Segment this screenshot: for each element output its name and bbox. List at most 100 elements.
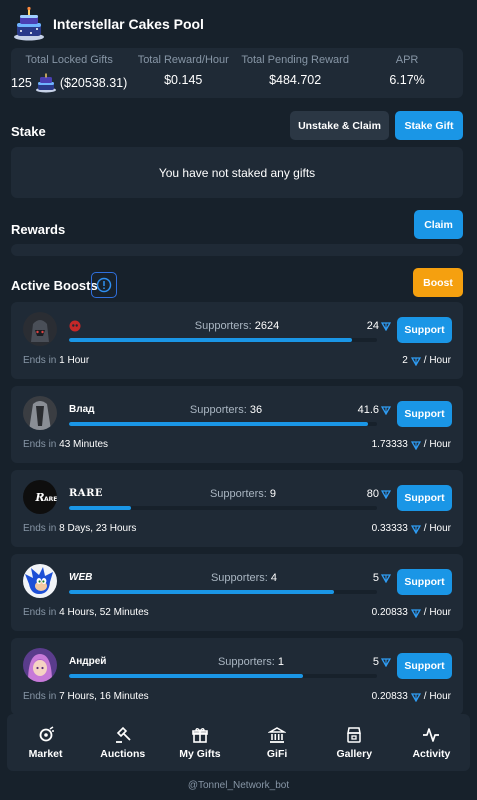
ends-prefix: Ends in	[23, 355, 57, 366]
locked-value: ($20538.31)	[59, 76, 128, 90]
amount-value: 5	[372, 572, 379, 584]
supporters-label: Supporters:	[217, 656, 275, 668]
info-icon[interactable]	[91, 272, 117, 298]
supporters-label: Supporters:	[194, 320, 252, 332]
ends-value: 7 Hours, 16 Minutes	[59, 691, 149, 702]
boost-name: WEB	[69, 572, 93, 583]
amount-value: 41.6	[357, 404, 379, 416]
nav-label: GiFi	[266, 747, 288, 760]
ends-text: Ends in 7 Hours, 16 Minutes	[23, 691, 149, 702]
nav-gifi[interactable]: GiFi	[239, 714, 316, 771]
ton-icon	[410, 440, 421, 450]
stat-label: APR	[395, 54, 419, 66]
nav-auctions[interactable]: Auctions	[84, 714, 161, 771]
stat-locked-gifts: Total Locked Gifts 125 ($20538.31)	[11, 48, 127, 98]
amount-value: 80	[366, 488, 379, 500]
ton-icon	[410, 692, 421, 702]
rate-value: 0.33333	[371, 523, 408, 534]
boost-progress-bar	[69, 590, 377, 594]
boost-progress-fill	[69, 422, 368, 426]
gavel-icon	[115, 726, 131, 743]
supporters-value: 4	[270, 572, 278, 584]
avatar	[23, 648, 57, 682]
boost-amount: 80	[367, 488, 391, 500]
ends-value: 4 Hours, 52 Minutes	[59, 607, 149, 618]
support-button[interactable]: Support	[397, 401, 452, 427]
amount-value: 5	[372, 656, 379, 668]
rate-unit: / Hour	[423, 523, 451, 534]
supporters-value: 9	[269, 488, 277, 500]
ton-icon	[410, 524, 421, 534]
nav-market[interactable]: Market	[7, 714, 84, 771]
ton-icon	[381, 574, 391, 583]
reward-rate: 1.73333 / Hour	[372, 439, 451, 450]
ends-prefix: Ends in	[23, 523, 57, 534]
supporters-label: Supporters:	[189, 404, 247, 416]
gallery-icon	[347, 726, 362, 743]
boost-amount: 41.6	[358, 404, 391, 416]
supporters-value: 36	[249, 404, 263, 416]
cake-icon	[35, 73, 57, 93]
stat-value-row: 125 ($20538.31)	[11, 73, 127, 93]
nav-gallery[interactable]: Gallery	[316, 714, 393, 771]
nav-activity[interactable]: Activity	[393, 714, 470, 771]
reward-rate: 0.33333 / Hour	[372, 523, 451, 534]
claim-button[interactable]: Claim	[414, 210, 463, 239]
boost-progress-fill	[69, 674, 304, 678]
stat-value: $0.145	[164, 73, 203, 87]
ends-prefix: Ends in	[23, 439, 57, 450]
support-button[interactable]: Support	[397, 485, 452, 511]
ton-icon	[381, 406, 391, 415]
support-button[interactable]: Support	[397, 317, 452, 343]
boost-progress-fill	[69, 590, 334, 594]
ends-value: 43 Minutes	[59, 439, 109, 450]
rate-value: 0.20833	[371, 691, 408, 702]
amount-value: 24	[366, 320, 379, 332]
rate-value: 1.73333	[371, 439, 408, 450]
avatar	[23, 312, 57, 346]
reward-rate: 2 / Hour	[402, 355, 451, 366]
support-button[interactable]: Support	[397, 653, 452, 679]
ends-prefix: Ends in	[23, 607, 57, 618]
skull-badge-icon	[69, 320, 81, 335]
supporters-count: Supporters: 9	[143, 488, 343, 500]
boost-progress-fill	[69, 338, 353, 342]
svg-text:ARE: ARE	[44, 496, 57, 503]
unstake-claim-button[interactable]: Unstake & Claim	[290, 111, 389, 140]
rate-unit: / Hour	[423, 691, 451, 702]
boost-name: Влад	[69, 404, 95, 415]
avatar	[23, 564, 57, 598]
nav-label: Activity	[412, 747, 451, 760]
avatar: R ARE	[23, 480, 57, 514]
supporters-count: Supporters: 36	[126, 404, 326, 416]
ends-text: Ends in 43 Minutes	[23, 439, 108, 450]
boost-amount: 5	[373, 656, 391, 668]
boost-card: Влад Supporters: 36 41.6 Support Ends in…	[11, 386, 463, 463]
ends-text: Ends in 4 Hours, 52 Minutes	[23, 607, 149, 618]
bank-icon	[268, 726, 287, 743]
stake-empty-text: You have not staked any gifts	[158, 165, 316, 180]
bot-handle: @Tonnel_Network_bot	[187, 780, 290, 791]
nav-label: Gallery	[336, 747, 373, 760]
rewards-title: Rewards	[11, 222, 66, 237]
stat-value: $484.702	[269, 73, 322, 87]
ton-icon	[410, 608, 421, 618]
rate-value: 0.20833	[371, 607, 408, 618]
ends-text: Ends in 1 Hour	[23, 355, 89, 366]
boost-card: R ARE RARE Supporters: 9 80 Support Ends…	[11, 470, 463, 547]
stake-gift-button[interactable]: Stake Gift	[395, 111, 463, 140]
boost-button[interactable]: Boost	[413, 268, 463, 297]
nav-my-gifts[interactable]: My Gifts	[161, 714, 238, 771]
ends-text: Ends in 8 Days, 23 Hours	[23, 523, 136, 534]
support-button[interactable]: Support	[397, 569, 452, 595]
supporters-value: 2624	[254, 320, 280, 332]
stat-label: Total Reward/Hour	[137, 54, 229, 66]
pool-stats: Total Locked Gifts 125 ($20538.31) Total…	[11, 48, 463, 98]
boost-progress-fill	[69, 506, 131, 510]
rewards-panel	[11, 244, 463, 256]
ton-icon	[381, 322, 391, 331]
bottom-nav: Market Auctions My Gifts GiFi Gallery Ac…	[7, 714, 470, 771]
rate-unit: / Hour	[423, 439, 451, 450]
avatar	[23, 396, 57, 430]
stat-pending-reward: Total Pending Reward $484.702	[239, 48, 351, 98]
